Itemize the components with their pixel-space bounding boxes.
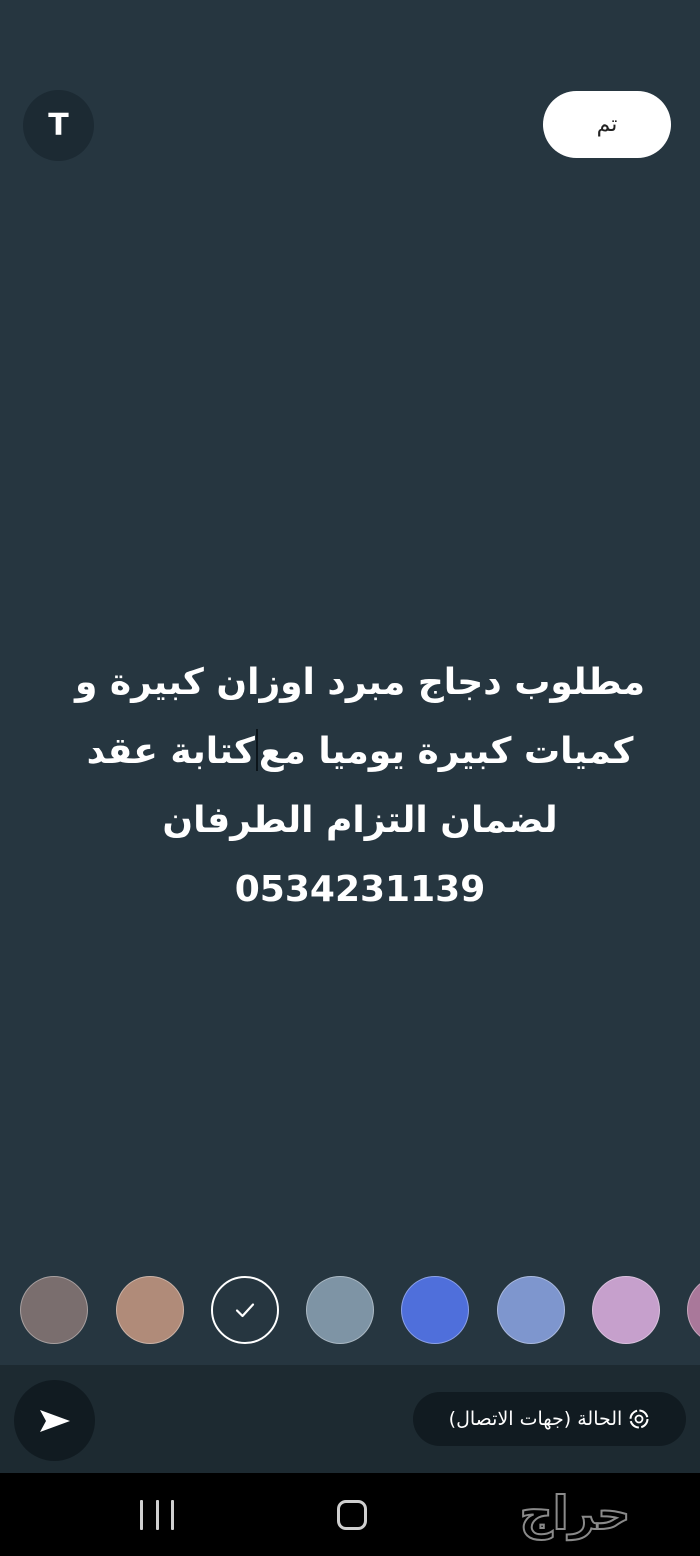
color-swatch-selected[interactable] xyxy=(211,1276,279,1344)
haraj-watermark: حراج xyxy=(470,1485,680,1545)
done-label: تم xyxy=(596,112,618,137)
send-button[interactable] xyxy=(14,1380,95,1461)
status-text-line-1: مطلوب دجاج مبرد اوزان كبيرة و xyxy=(74,662,646,703)
status-text-line-2: كميات كبيرة يوميا معكتابة عقد xyxy=(60,717,660,786)
font-style-button[interactable]: T xyxy=(23,90,94,161)
text-caret xyxy=(255,729,258,771)
send-arrow-icon xyxy=(39,1409,70,1432)
haraj-logo-icon: حراج xyxy=(519,1485,632,1541)
status-ring-icon xyxy=(629,1409,649,1429)
font-style-label: T xyxy=(48,108,69,143)
color-swatch-7[interactable] xyxy=(592,1276,660,1344)
status-text-line-2-left: كتابة عقد xyxy=(86,731,255,772)
color-palette xyxy=(0,1276,700,1346)
check-icon xyxy=(235,1303,255,1318)
audience-label: الحالة (جهات الاتصال) xyxy=(448,1408,623,1430)
status-text-line-3: لضمان التزام الطرفان xyxy=(162,800,558,841)
done-button[interactable]: تم xyxy=(543,91,671,158)
color-swatch-4[interactable] xyxy=(306,1276,374,1344)
status-text-line-2-right: كميات كبيرة يوميا مع xyxy=(258,731,634,772)
color-swatch-8[interactable] xyxy=(687,1276,700,1344)
home-icon[interactable] xyxy=(337,1500,367,1530)
color-swatch-6[interactable] xyxy=(497,1276,565,1344)
status-text-line-4: 0534231139 xyxy=(234,869,486,910)
audience-selector[interactable]: الحالة (جهات الاتصال) xyxy=(413,1392,686,1446)
color-swatch-2[interactable] xyxy=(116,1276,184,1344)
status-text-editor[interactable]: مطلوب دجاج مبرد اوزان كبيرة و كميات كبير… xyxy=(60,648,660,924)
color-swatch-5[interactable] xyxy=(401,1276,469,1344)
recents-icon[interactable] xyxy=(140,1500,174,1530)
watermark-text: حراج xyxy=(520,1486,631,1540)
color-swatch-1[interactable] xyxy=(20,1276,88,1344)
